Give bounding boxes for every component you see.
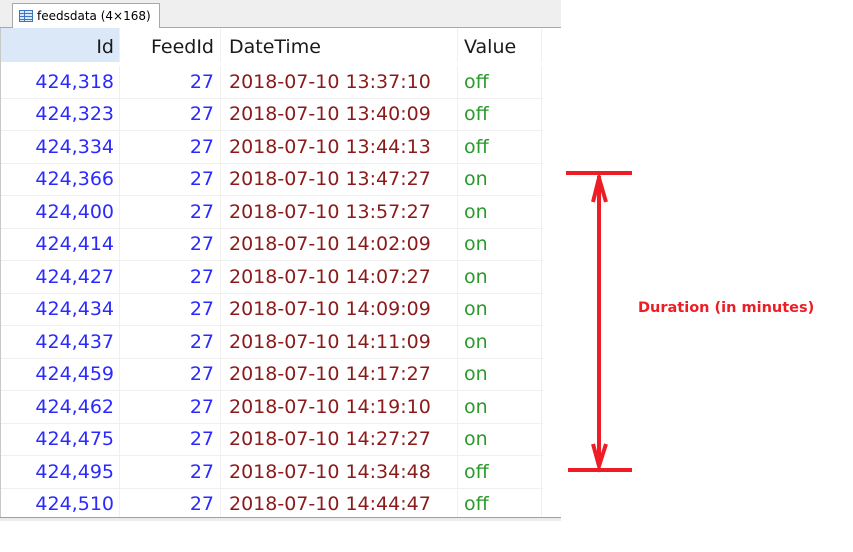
value-cell[interactable]: on bbox=[458, 391, 542, 423]
id-cell[interactable]: 424,323 bbox=[1, 98, 120, 130]
id-cell[interactable]: 424,437 bbox=[1, 326, 120, 358]
feedid-cell[interactable]: 27 bbox=[120, 423, 221, 455]
duration-label: Duration (in minutes) bbox=[638, 300, 815, 316]
feedid-cell[interactable]: 27 bbox=[120, 326, 221, 358]
feedid-cell[interactable]: 27 bbox=[120, 66, 221, 98]
value-cell[interactable]: on bbox=[458, 358, 542, 390]
value-cell[interactable]: on bbox=[458, 293, 542, 325]
tab-feedsdata[interactable]: feedsdata (4×168) bbox=[12, 3, 160, 28]
datetime-cell[interactable]: 2018-07-10 14:07:27 bbox=[221, 261, 458, 293]
datetime-cell[interactable]: 2018-07-10 14:19:10 bbox=[221, 391, 458, 423]
datetime-cell[interactable]: 2018-07-10 14:11:09 bbox=[221, 326, 458, 358]
datetime-cell[interactable]: 2018-07-10 14:09:09 bbox=[221, 293, 458, 325]
column-header-row: Id FeedId DateTime Value bbox=[1, 28, 543, 66]
id-cell[interactable]: 424,495 bbox=[1, 456, 120, 488]
table-row[interactable]: 424,427 27 2018-07-10 14:07:27 on bbox=[1, 261, 543, 294]
table-row[interactable]: 424,475 27 2018-07-10 14:27:27 on bbox=[1, 423, 543, 456]
column-header-datetime[interactable]: DateTime bbox=[221, 28, 458, 62]
duration-annotation bbox=[566, 170, 632, 474]
datetime-cell[interactable]: 2018-07-10 14:27:27 bbox=[221, 423, 458, 455]
datetime-cell[interactable]: 2018-07-10 13:44:13 bbox=[221, 131, 458, 163]
table-row[interactable]: 424,334 27 2018-07-10 13:44:13 off bbox=[1, 131, 543, 164]
feedid-cell[interactable]: 27 bbox=[120, 196, 221, 228]
grid-bottom-border bbox=[0, 517, 561, 521]
column-header-feedid[interactable]: FeedId bbox=[120, 28, 221, 62]
table-icon bbox=[19, 10, 33, 22]
column-header-id[interactable]: Id bbox=[1, 28, 120, 62]
table-row[interactable]: 424,414 27 2018-07-10 14:02:09 on bbox=[1, 228, 543, 261]
datetime-cell[interactable]: 2018-07-10 13:40:09 bbox=[221, 98, 458, 130]
feedid-cell[interactable]: 27 bbox=[120, 293, 221, 325]
data-grid: Id FeedId DateTime Value 424,318 27 2018-0… bbox=[0, 28, 543, 521]
feedid-cell[interactable]: 27 bbox=[120, 228, 221, 260]
feedid-cell[interactable]: 27 bbox=[120, 358, 221, 390]
feedid-cell[interactable]: 27 bbox=[120, 131, 221, 163]
feedid-cell[interactable]: 27 bbox=[120, 391, 221, 423]
datetime-cell[interactable]: 2018-07-10 13:37:10 bbox=[221, 66, 458, 98]
datetime-cell[interactable]: 2018-07-10 14:17:27 bbox=[221, 358, 458, 390]
datetime-cell[interactable]: 2018-07-10 14:34:48 bbox=[221, 456, 458, 488]
feedid-cell[interactable]: 27 bbox=[120, 488, 221, 520]
datetime-cell[interactable]: 2018-07-10 14:44:47 bbox=[221, 488, 458, 520]
tab-label: feedsdata (4×168) bbox=[37, 9, 151, 23]
value-cell[interactable]: on bbox=[458, 423, 542, 455]
value-cell[interactable]: off bbox=[458, 488, 542, 520]
value-cell[interactable]: off bbox=[458, 131, 542, 163]
value-cell[interactable]: on bbox=[458, 163, 542, 195]
table-row[interactable]: 424,400 27 2018-07-10 13:57:27 on bbox=[1, 196, 543, 229]
id-cell[interactable]: 424,510 bbox=[1, 488, 120, 520]
datetime-cell[interactable]: 2018-07-10 13:57:27 bbox=[221, 196, 458, 228]
feedid-cell[interactable]: 27 bbox=[120, 98, 221, 130]
id-cell[interactable]: 424,334 bbox=[1, 131, 120, 163]
id-cell[interactable]: 424,459 bbox=[1, 358, 120, 390]
datetime-cell[interactable]: 2018-07-10 14:02:09 bbox=[221, 228, 458, 260]
table-row[interactable]: 424,366 27 2018-07-10 13:47:27 on bbox=[1, 163, 543, 196]
table-row[interactable]: 424,462 27 2018-07-10 14:19:10 on bbox=[1, 391, 543, 424]
table-row[interactable]: 424,495 27 2018-07-10 14:34:48 off bbox=[1, 456, 543, 489]
value-cell[interactable]: on bbox=[458, 326, 542, 358]
table-row[interactable]: 424,318 27 2018-07-10 13:37:10 off bbox=[1, 66, 543, 99]
data-grid-panel: feedsdata (4×168) Id FeedId DateTime Val… bbox=[0, 0, 561, 524]
value-cell[interactable]: off bbox=[458, 66, 542, 98]
tab-strip: feedsdata (4×168) bbox=[0, 0, 561, 28]
id-cell[interactable]: 424,366 bbox=[1, 163, 120, 195]
datetime-cell[interactable]: 2018-07-10 13:47:27 bbox=[221, 163, 458, 195]
table-row[interactable]: 424,323 27 2018-07-10 13:40:09 off bbox=[1, 98, 543, 131]
id-cell[interactable]: 424,318 bbox=[1, 66, 120, 98]
value-cell[interactable]: on bbox=[458, 228, 542, 260]
feedid-cell[interactable]: 27 bbox=[120, 456, 221, 488]
value-cell[interactable]: off bbox=[458, 456, 542, 488]
id-cell[interactable]: 424,434 bbox=[1, 293, 120, 325]
id-cell[interactable]: 424,475 bbox=[1, 423, 120, 455]
value-cell[interactable]: on bbox=[458, 261, 542, 293]
feedid-cell[interactable]: 27 bbox=[120, 261, 221, 293]
table-row[interactable]: 424,437 27 2018-07-10 14:11:09 on bbox=[1, 326, 543, 359]
column-header-value[interactable]: Value bbox=[458, 28, 542, 62]
id-cell[interactable]: 424,414 bbox=[1, 228, 120, 260]
id-cell[interactable]: 424,462 bbox=[1, 391, 120, 423]
id-cell[interactable]: 424,427 bbox=[1, 261, 120, 293]
table-row[interactable]: 424,434 27 2018-07-10 14:09:09 on bbox=[1, 293, 543, 326]
id-cell[interactable]: 424,400 bbox=[1, 196, 120, 228]
table-row[interactable]: 424,459 27 2018-07-10 14:17:27 on bbox=[1, 358, 543, 391]
value-cell[interactable]: on bbox=[458, 196, 542, 228]
feedid-cell[interactable]: 27 bbox=[120, 163, 221, 195]
value-cell[interactable]: off bbox=[458, 98, 542, 130]
